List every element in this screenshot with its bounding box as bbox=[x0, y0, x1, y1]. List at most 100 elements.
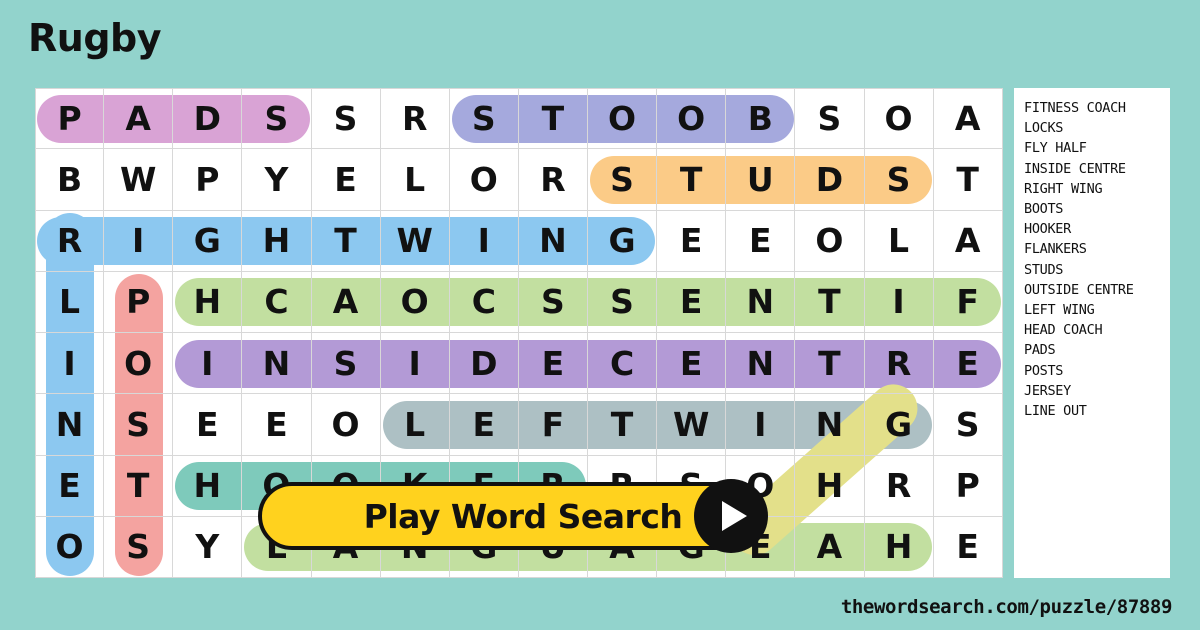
grid-cell[interactable]: L bbox=[380, 149, 450, 211]
grid-cell[interactable]: B bbox=[35, 149, 105, 211]
grid-cell[interactable]: S bbox=[104, 516, 174, 578]
grid-cell[interactable]: D bbox=[173, 88, 243, 150]
grid-cell[interactable]: W bbox=[380, 210, 450, 272]
grid-cell[interactable]: T bbox=[795, 333, 865, 395]
grid-cell[interactable]: U bbox=[726, 149, 796, 211]
grid-cell[interactable]: R bbox=[35, 210, 105, 272]
grid-cell[interactable]: S bbox=[311, 333, 381, 395]
grid-cell[interactable]: N bbox=[726, 333, 796, 395]
grid-cell[interactable]: E bbox=[657, 271, 727, 333]
grid-cell[interactable]: T bbox=[657, 149, 727, 211]
grid-cell[interactable]: W bbox=[657, 394, 727, 456]
grid-cell[interactable]: E bbox=[35, 455, 105, 517]
grid-cell[interactable]: A bbox=[311, 271, 381, 333]
grid-cell[interactable]: L bbox=[864, 210, 934, 272]
grid-cell[interactable]: H bbox=[173, 271, 243, 333]
grid-cell[interactable]: E bbox=[518, 333, 588, 395]
grid-cell[interactable]: C bbox=[242, 271, 312, 333]
grid-cell[interactable]: G bbox=[864, 394, 934, 456]
grid-cell[interactable]: D bbox=[795, 149, 865, 211]
grid-cell[interactable]: E bbox=[173, 394, 243, 456]
grid-cell[interactable]: P bbox=[35, 88, 105, 150]
grid-cell[interactable]: L bbox=[380, 394, 450, 456]
grid-cell[interactable]: E bbox=[657, 333, 727, 395]
grid-cell[interactable]: C bbox=[449, 271, 519, 333]
word-list-item: LOCKS bbox=[1024, 120, 1064, 137]
grid-cell[interactable]: O bbox=[35, 516, 105, 578]
grid-cell[interactable]: I bbox=[864, 271, 934, 333]
grid-cell[interactable]: S bbox=[311, 88, 381, 150]
grid-cell[interactable]: A bbox=[933, 88, 1003, 150]
grid-cell[interactable]: T bbox=[933, 149, 1003, 211]
grid-cell[interactable]: I bbox=[380, 333, 450, 395]
grid-cell[interactable]: T bbox=[518, 88, 588, 150]
grid-cell[interactable]: N bbox=[518, 210, 588, 272]
grid-cell[interactable]: O bbox=[657, 88, 727, 150]
grid-cell[interactable]: S bbox=[104, 394, 174, 456]
grid-cell[interactable]: G bbox=[588, 210, 658, 272]
grid-cell[interactable]: T bbox=[795, 271, 865, 333]
grid-cell[interactable]: S bbox=[449, 88, 519, 150]
grid-cell[interactable]: E bbox=[726, 210, 796, 272]
grid-cell[interactable]: E bbox=[242, 394, 312, 456]
grid-cell[interactable]: N bbox=[726, 271, 796, 333]
grid-cell[interactable]: O bbox=[104, 333, 174, 395]
grid-cell[interactable]: O bbox=[588, 88, 658, 150]
grid-cell[interactable]: T bbox=[311, 210, 381, 272]
grid-cell[interactable]: A bbox=[933, 210, 1003, 272]
grid-cell[interactable]: R bbox=[864, 455, 934, 517]
grid-cell[interactable]: S bbox=[242, 88, 312, 150]
grid-cell[interactable]: Y bbox=[173, 516, 243, 578]
grid-cell[interactable]: F bbox=[518, 394, 588, 456]
grid-cell[interactable]: N bbox=[795, 394, 865, 456]
grid-cell[interactable]: P bbox=[173, 149, 243, 211]
grid-cell[interactable]: I bbox=[104, 210, 174, 272]
grid-cell[interactable]: O bbox=[311, 394, 381, 456]
grid-cell[interactable]: S bbox=[864, 149, 934, 211]
grid-cell[interactable]: E bbox=[449, 394, 519, 456]
grid-cell[interactable]: O bbox=[449, 149, 519, 211]
grid-cell[interactable]: E bbox=[311, 149, 381, 211]
grid-cell[interactable]: W bbox=[104, 149, 174, 211]
play-icon[interactable] bbox=[694, 479, 768, 553]
grid-cell[interactable]: R bbox=[380, 88, 450, 150]
grid-cell[interactable]: I bbox=[35, 333, 105, 395]
grid-cell[interactable]: T bbox=[104, 455, 174, 517]
play-word-search-button[interactable]: Play Word Search bbox=[258, 479, 768, 553]
grid-cell[interactable]: E bbox=[933, 516, 1003, 578]
grid-cell[interactable]: H bbox=[242, 210, 312, 272]
grid-cell[interactable]: P bbox=[933, 455, 1003, 517]
grid-cell[interactable]: Y bbox=[242, 149, 312, 211]
grid-cell[interactable]: O bbox=[380, 271, 450, 333]
grid-cell[interactable]: T bbox=[588, 394, 658, 456]
grid-cell[interactable]: A bbox=[795, 516, 865, 578]
grid-cell[interactable]: P bbox=[104, 271, 174, 333]
grid-cell[interactable]: L bbox=[35, 271, 105, 333]
grid-cell[interactable]: S bbox=[795, 88, 865, 150]
grid-cell[interactable]: I bbox=[726, 394, 796, 456]
grid-cell[interactable]: H bbox=[864, 516, 934, 578]
grid-cell[interactable]: A bbox=[104, 88, 174, 150]
grid-cell[interactable]: O bbox=[864, 88, 934, 150]
grid-cell[interactable]: H bbox=[795, 455, 865, 517]
grid-cell[interactable]: I bbox=[449, 210, 519, 272]
grid-cell[interactable]: R bbox=[518, 149, 588, 211]
grid-cell[interactable]: H bbox=[173, 455, 243, 517]
grid-cell[interactable]: S bbox=[933, 394, 1003, 456]
grid-cell[interactable]: R bbox=[864, 333, 934, 395]
grid-cell[interactable]: E bbox=[933, 333, 1003, 395]
grid-cell[interactable]: O bbox=[795, 210, 865, 272]
grid-cell[interactable]: S bbox=[588, 149, 658, 211]
grid-cell[interactable]: N bbox=[242, 333, 312, 395]
grid-cell[interactable]: C bbox=[588, 333, 658, 395]
grid-cell[interactable]: D bbox=[449, 333, 519, 395]
word-list-panel[interactable]: FITNESS COACH LOCKS FLY HALF INSIDE CENTRE R… bbox=[1014, 88, 1170, 578]
grid-cell[interactable]: G bbox=[173, 210, 243, 272]
grid-cell[interactable]: S bbox=[588, 271, 658, 333]
grid-cell[interactable]: N bbox=[35, 394, 105, 456]
grid-cell[interactable]: F bbox=[933, 271, 1003, 333]
grid-cell[interactable]: I bbox=[173, 333, 243, 395]
grid-cell[interactable]: E bbox=[657, 210, 727, 272]
grid-cell[interactable]: S bbox=[518, 271, 588, 333]
grid-cell[interactable]: B bbox=[726, 88, 796, 150]
